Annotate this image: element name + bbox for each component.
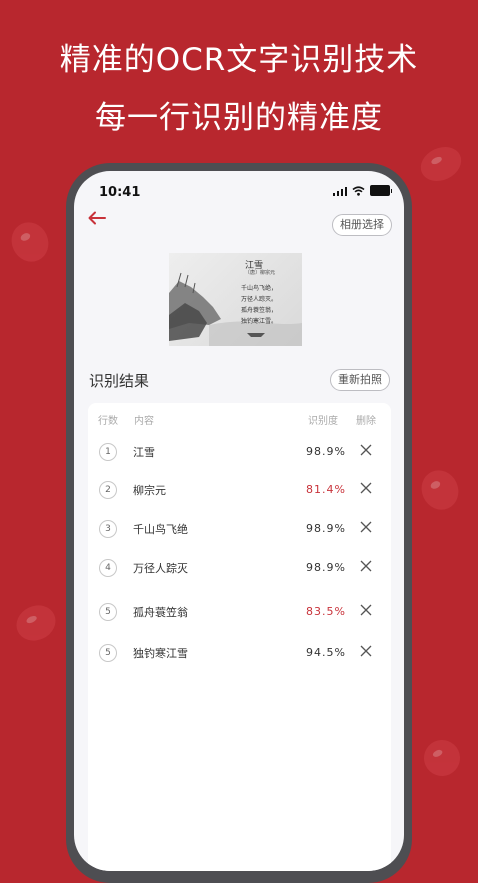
- delete-icon[interactable]: [358, 480, 374, 496]
- album-select-button[interactable]: 相册选择: [332, 214, 392, 236]
- decorative-bean: [5, 216, 55, 268]
- photo-poem-line: 孤舟蓑笠翁，: [241, 307, 278, 314]
- back-arrow-icon[interactable]: [88, 211, 106, 225]
- table-row: 5 孤舟蓑笠翁 83.5%: [88, 601, 391, 625]
- table-row: 2 柳宗元 81.4%: [88, 479, 391, 503]
- row-text: 孤舟蓑笠翁: [133, 606, 188, 619]
- row-number: 5: [99, 603, 117, 621]
- row-text: 千山鸟飞绝: [133, 523, 188, 536]
- delete-icon[interactable]: [358, 602, 374, 618]
- status-icons: [332, 185, 392, 196]
- row-text: 万径人踪灭: [133, 562, 188, 575]
- decorative-bean: [10, 599, 62, 647]
- promo-headline-1: 精准的OCR文字识别技术: [59, 42, 419, 78]
- row-number: 5: [99, 644, 117, 662]
- row-accuracy: 94.5%: [306, 646, 346, 659]
- landscape-painting: [169, 272, 302, 346]
- battery-icon: [370, 185, 392, 196]
- row-number: 3: [99, 520, 117, 538]
- phone-screen: 10:41 相册选择 江雪 〔唐〕柳宗元 千山鸟飞绝， 万径人踪灭。 孤舟蓑笠翁…: [74, 171, 404, 871]
- row-text: 柳宗元: [133, 484, 166, 497]
- row-accuracy: 98.9%: [306, 445, 346, 458]
- column-header-content: 内容: [134, 416, 154, 427]
- column-header-line: 行数: [98, 416, 118, 427]
- delete-icon[interactable]: [358, 442, 374, 458]
- table-row: 1 江雪 98.9%: [88, 441, 391, 465]
- signal-icon: [332, 186, 347, 196]
- decorative-bean: [418, 734, 466, 782]
- row-text: 独钓寒江雪: [133, 647, 188, 660]
- results-table: 行数 内容 识别度 删除 1 江雪 98.9% 2 柳宗元 81.4% 3 千山…: [88, 403, 391, 871]
- row-number: 4: [99, 559, 117, 577]
- row-text: 江雪: [133, 446, 155, 459]
- row-number: 2: [99, 481, 117, 499]
- retake-photo-button[interactable]: 重新拍照: [330, 369, 390, 391]
- photo-poem-line: 千山鸟飞绝，: [241, 285, 278, 292]
- promo-headline-2: 每一行识别的精准度: [95, 100, 383, 136]
- status-time: 10:41: [99, 185, 141, 200]
- decorative-bean: [415, 140, 467, 188]
- row-number: 1: [99, 443, 117, 461]
- decorative-bean: [415, 464, 465, 516]
- table-row: 3 千山鸟飞绝 98.9%: [88, 518, 391, 542]
- scanned-photo[interactable]: 江雪 〔唐〕柳宗元 千山鸟飞绝， 万径人踪灭。 孤舟蓑笠翁， 独钓寒江雪。: [169, 253, 302, 346]
- row-accuracy: 98.9%: [306, 522, 346, 535]
- delete-icon[interactable]: [358, 558, 374, 574]
- row-accuracy: 81.4%: [306, 483, 346, 496]
- photo-poem-author: 〔唐〕柳宗元: [245, 270, 276, 276]
- column-header-accuracy: 识别度: [308, 416, 338, 427]
- column-header-delete: 删除: [356, 416, 376, 427]
- delete-icon[interactable]: [358, 519, 374, 535]
- row-accuracy: 83.5%: [306, 605, 346, 618]
- table-row: 4 万径人踪灭 98.9%: [88, 557, 391, 581]
- photo-poem-line: 独钓寒江雪。: [241, 318, 278, 325]
- delete-icon[interactable]: [358, 643, 374, 659]
- photo-poem-line: 万径人踪灭。: [241, 296, 278, 303]
- results-title: 识别结果: [89, 372, 150, 390]
- table-row: 5 独钓寒江雪 94.5%: [88, 642, 391, 666]
- wifi-icon: [352, 185, 365, 196]
- row-accuracy: 98.9%: [306, 561, 346, 574]
